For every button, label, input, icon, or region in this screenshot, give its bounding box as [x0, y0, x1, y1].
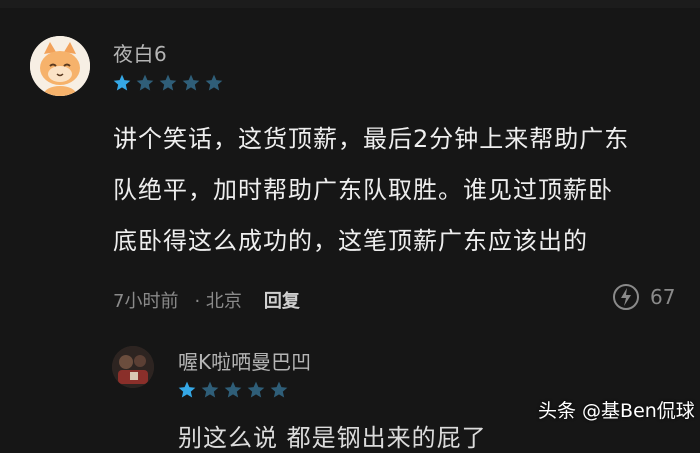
- star-empty-icon: [205, 74, 223, 91]
- star-empty-icon: [159, 74, 177, 91]
- comment-location: · 北京: [194, 291, 242, 312]
- comment-line: 底卧得这么成功的，这笔顶薪广东应该出的: [113, 227, 588, 255]
- avatar[interactable]: [30, 36, 90, 96]
- comment-line: 讲个笑话，这货顶薪，最后2分钟上来帮助广东: [113, 125, 630, 153]
- reply-avatar[interactable]: [112, 346, 154, 388]
- star-empty-icon: [136, 74, 154, 91]
- comment-body: 讲个笑话，这货顶薪，最后2分钟上来帮助广东 队绝平，加时帮助广东队取胜。谁见过顶…: [113, 114, 683, 267]
- star-empty-icon: [201, 381, 219, 398]
- star-filled-icon: [113, 74, 131, 91]
- star-empty-icon: [270, 381, 288, 398]
- thumbs-up-icon: [613, 284, 639, 310]
- cat-avatar-icon: [30, 36, 90, 96]
- star-empty-icon: [247, 381, 265, 398]
- comment-rating: [112, 73, 224, 93]
- like-count: 67: [650, 285, 676, 309]
- star-filled-icon: [178, 381, 196, 398]
- like-button[interactable]: 67: [612, 283, 675, 311]
- photo-avatar-icon: [112, 346, 154, 388]
- star-empty-icon: [182, 74, 200, 91]
- comment-line: 队绝平，加时帮助广东队取胜。谁见过顶薪卧: [113, 176, 613, 204]
- comment-meta: 7小时前 · 北京 回复: [113, 287, 300, 313]
- comment-username[interactable]: 夜白6: [113, 38, 167, 67]
- reply-button[interactable]: 回复: [264, 287, 300, 313]
- reply-text: 别这么说 都是钢出来的屁了: [178, 424, 487, 452]
- star-empty-icon: [224, 381, 242, 398]
- reply-username[interactable]: 喔K啦哂曼巴凹: [178, 346, 311, 375]
- watermark: 头条 @基Ben侃球: [538, 400, 695, 422]
- comment-time: 7小时前: [113, 291, 179, 312]
- reply-rating: [177, 380, 289, 400]
- top-divider: [0, 0, 700, 8]
